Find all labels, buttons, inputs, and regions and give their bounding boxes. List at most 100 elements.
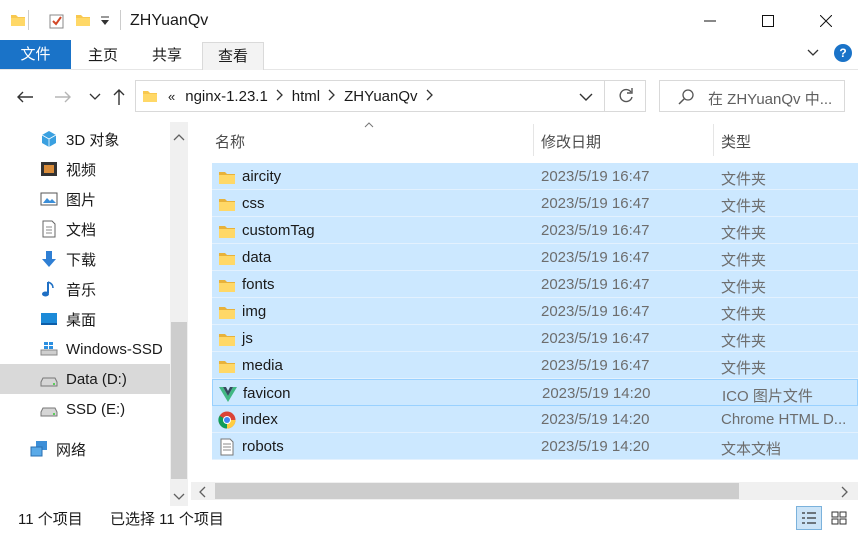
address-bar[interactable]: « nginx-1.23.1 html ZHYuanQv bbox=[135, 80, 646, 112]
chevron-right-icon[interactable] bbox=[426, 89, 434, 104]
separator bbox=[28, 10, 29, 30]
back-button[interactable] bbox=[14, 86, 36, 108]
recent-locations-button[interactable] bbox=[84, 86, 106, 108]
search-box[interactable]: 在 ZHYuanQv 中... bbox=[659, 80, 845, 112]
search-input[interactable]: 在 ZHYuanQv 中... bbox=[708, 88, 832, 109]
column-header-name[interactable]: 名称 bbox=[215, 131, 245, 152]
file-name: img bbox=[242, 303, 267, 320]
file-name: customTag bbox=[242, 222, 315, 239]
breadcrumb-html[interactable]: html bbox=[292, 88, 320, 105]
folder-icon bbox=[218, 330, 236, 348]
sidebar-item-downloads[interactable]: 下载 bbox=[0, 244, 170, 274]
sidebar-item-label: 图片 bbox=[66, 191, 97, 209]
scrollbar-thumb[interactable] bbox=[215, 483, 739, 499]
column-divider[interactable] bbox=[713, 124, 714, 156]
sidebar-item-music[interactable]: 音乐 bbox=[0, 274, 170, 304]
file-row[interactable]: favicon 2023/5/19 14:20 ICO 图片文件 bbox=[212, 379, 858, 406]
forward-button[interactable] bbox=[52, 86, 74, 108]
file-row[interactable]: robots 2023/5/19 14:20 文本文档 bbox=[212, 433, 858, 460]
refresh-icon[interactable] bbox=[617, 87, 635, 109]
file-row[interactable]: css 2023/5/19 16:47 文件夹 bbox=[212, 190, 858, 217]
sidebar-item-data-d[interactable]: Data (D:) bbox=[0, 364, 170, 394]
sidebar-item-pictures[interactable]: 图片 bbox=[0, 184, 170, 214]
windows-drive-icon bbox=[40, 340, 58, 358]
file-type: ICO 图片文件 bbox=[722, 388, 813, 405]
folder-icon bbox=[218, 195, 236, 213]
properties-icon[interactable] bbox=[48, 12, 66, 34]
close-button[interactable] bbox=[796, 0, 856, 42]
file-row[interactable]: customTag 2023/5/19 16:47 文件夹 bbox=[212, 217, 858, 244]
chevron-right-icon[interactable] bbox=[276, 89, 284, 104]
details-view-icon bbox=[802, 512, 816, 524]
arrow-up-icon bbox=[113, 89, 125, 105]
new-folder-icon[interactable] bbox=[75, 12, 91, 32]
tab-file[interactable]: 文件 bbox=[0, 40, 71, 69]
file-date: 2023/5/19 16:47 bbox=[541, 303, 650, 320]
tab-view[interactable]: 查看 bbox=[202, 42, 264, 70]
maximize-button[interactable] bbox=[738, 0, 798, 42]
desktop-icon bbox=[40, 310, 58, 328]
file-row[interactable]: fonts 2023/5/19 16:47 文件夹 bbox=[212, 271, 858, 298]
scrollbar-thumb[interactable] bbox=[171, 322, 187, 479]
sidebar-scrollbar[interactable] bbox=[170, 122, 188, 506]
sidebar-item-windows-ssd[interactable]: Windows-SSD bbox=[0, 334, 170, 364]
sidebar-item-documents[interactable]: 文档 bbox=[0, 214, 170, 244]
breadcrumb-zhyuanqv[interactable]: ZHYuanQv bbox=[344, 88, 417, 105]
customize-toolbar-icon[interactable] bbox=[100, 14, 110, 31]
column-header-date[interactable]: 修改日期 bbox=[541, 131, 601, 152]
tab-home[interactable]: 主页 bbox=[80, 42, 126, 70]
folder-icon bbox=[218, 168, 236, 186]
scroll-down-icon[interactable] bbox=[173, 488, 185, 500]
expand-ribbon-icon[interactable] bbox=[806, 46, 822, 62]
status-bar: 11 个项目 已选择 11 个项目 bbox=[0, 506, 858, 534]
scroll-right-icon[interactable] bbox=[841, 485, 849, 502]
drive-icon bbox=[40, 400, 58, 418]
sidebar-item-label: 下载 bbox=[66, 251, 97, 269]
breadcrumb-nginx[interactable]: nginx-1.23.1 bbox=[185, 88, 268, 105]
file-row[interactable]: img 2023/5/19 16:47 文件夹 bbox=[212, 298, 858, 325]
large-icons-view-button[interactable] bbox=[826, 506, 852, 530]
arrow-left-icon bbox=[17, 91, 33, 103]
up-button[interactable] bbox=[108, 86, 130, 108]
help-icon[interactable]: ? bbox=[834, 44, 852, 62]
file-row[interactable]: data 2023/5/19 16:47 文件夹 bbox=[212, 244, 858, 271]
vue-logo-icon bbox=[219, 385, 237, 403]
scroll-up-icon[interactable] bbox=[173, 128, 185, 141]
sidebar-item-videos[interactable]: 视频 bbox=[0, 154, 170, 184]
sidebar-item-label: SSD (E:) bbox=[66, 400, 126, 418]
file-row[interactable]: media 2023/5/19 16:47 文件夹 bbox=[212, 352, 858, 379]
sidebar-item-label: 文档 bbox=[66, 221, 97, 239]
sidebar-item-network[interactable]: 网络 bbox=[0, 434, 170, 464]
navigation-bar: « nginx-1.23.1 html ZHYuanQv 在 ZHYuanQv … bbox=[0, 72, 858, 120]
sidebar-item-label: Windows-SSD bbox=[66, 340, 163, 358]
file-type: Chrome HTML D... bbox=[721, 411, 847, 428]
horizontal-scrollbar[interactable] bbox=[191, 482, 858, 500]
breadcrumb-overflow[interactable]: « bbox=[168, 89, 175, 104]
tab-share[interactable]: 共享 bbox=[144, 42, 190, 70]
file-row[interactable]: index 2023/5/19 14:20 Chrome HTML D... bbox=[212, 406, 858, 433]
file-row[interactable]: aircity 2023/5/19 16:47 文件夹 bbox=[212, 163, 858, 190]
scroll-left-icon[interactable] bbox=[198, 485, 206, 502]
sidebar-item-3d-objects[interactable]: 3D 对象 bbox=[0, 124, 170, 154]
drive-icon bbox=[40, 370, 58, 388]
sidebar-item-label: 网络 bbox=[56, 441, 87, 459]
file-name: css bbox=[242, 195, 265, 212]
file-date: 2023/5/19 16:47 bbox=[541, 276, 650, 293]
column-headers: 名称 修改日期 类型 bbox=[188, 122, 858, 156]
file-row[interactable]: js 2023/5/19 16:47 文件夹 bbox=[212, 325, 858, 352]
details-view-button[interactable] bbox=[796, 506, 822, 530]
documents-icon bbox=[40, 220, 58, 238]
minimize-button[interactable] bbox=[680, 0, 740, 42]
file-type: 文本文档 bbox=[721, 441, 782, 458]
item-count: 11 个项目 bbox=[18, 511, 83, 528]
file-name: js bbox=[242, 330, 253, 347]
sidebar-item-desktop[interactable]: 桌面 bbox=[0, 304, 170, 334]
column-header-type[interactable]: 类型 bbox=[721, 131, 751, 152]
chevron-down-icon bbox=[89, 93, 101, 100]
chevron-right-icon[interactable] bbox=[328, 89, 336, 104]
file-date: 2023/5/19 14:20 bbox=[541, 438, 650, 455]
sidebar-item-ssd-e[interactable]: SSD (E:) bbox=[0, 394, 170, 424]
3d-objects-icon bbox=[40, 130, 58, 148]
address-history-icon[interactable] bbox=[579, 89, 593, 106]
column-divider[interactable] bbox=[533, 124, 534, 156]
